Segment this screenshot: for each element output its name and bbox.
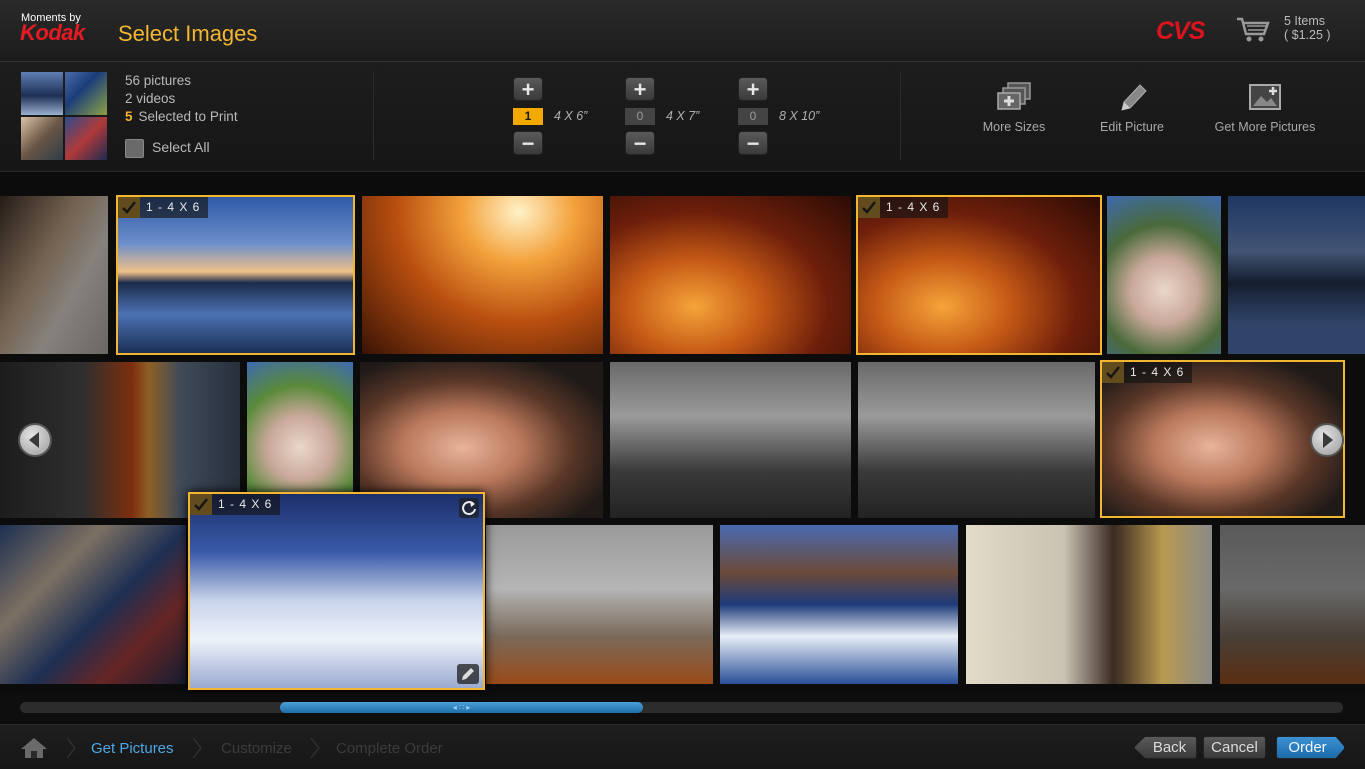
cart-summary[interactable]: 5 Items ( $1.25 ) <box>1284 14 1331 42</box>
photo-tile[interactable]: 1 - 4 X 6 <box>116 195 355 355</box>
selected-summary: 5 Selected to Print <box>125 108 238 126</box>
rotate-icon[interactable] <box>459 498 479 518</box>
photo-tile[interactable] <box>362 196 603 354</box>
size-label-8x10: 8 X 10” <box>779 109 820 123</box>
next-page-button[interactable] <box>1310 423 1344 457</box>
checkbox-box <box>125 139 144 158</box>
photo-tile[interactable] <box>1220 525 1365 684</box>
selected-count: 5 <box>125 109 133 124</box>
kodak-logo: Kodak <box>20 20 85 45</box>
get-more-pictures-label: Get More Pictures <box>1214 120 1316 134</box>
photo-tile[interactable] <box>1107 196 1221 354</box>
photo-tile[interactable] <box>610 362 851 518</box>
cart-items: 5 Items <box>1284 14 1325 28</box>
thumbnail <box>65 117 107 160</box>
size-group-8x10: + 0 − 8 X 10” <box>738 77 838 157</box>
increase-4x7-button[interactable]: + <box>625 77 655 101</box>
cvs-logo: CVS <box>1156 17 1205 45</box>
selected-label: Selected to Print <box>138 109 238 124</box>
scrollbar-thumb[interactable]: ◂ ∷ ▸ <box>280 702 643 713</box>
chevron-right-icon <box>1323 432 1333 448</box>
breadcrumb-separator-icon <box>66 737 76 759</box>
photo-grid: 1 - 4 X 6 1 - 4 X 6 1 - 4 X 6 1 - 4 X 6 <box>0 172 1365 694</box>
edit-icon[interactable] <box>457 664 479 684</box>
count-4x7: 0 <box>625 108 655 125</box>
breadcrumb-separator-icon <box>310 737 320 759</box>
edit-picture-button[interactable]: Edit Picture <box>1095 82 1169 134</box>
more-sizes-button[interactable]: More Sizes <box>978 82 1050 134</box>
photo-tile[interactable] <box>486 525 713 684</box>
get-more-pictures-button[interactable]: Get More Pictures <box>1208 82 1322 134</box>
step-complete-order: Complete Order <box>336 740 443 757</box>
cart-icon[interactable] <box>1236 16 1270 44</box>
photo-tile[interactable] <box>0 525 186 684</box>
photo-tile[interactable]: 1 - 4 X 6 <box>188 492 485 690</box>
select-all-label: Select All <box>152 139 210 156</box>
back-button[interactable]: Back <box>1134 736 1197 759</box>
chevron-left-icon <box>29 432 39 448</box>
header: Moments by Kodak Select Images CVS 5 Ite… <box>0 0 1365 62</box>
increase-8x10-button[interactable]: + <box>738 77 768 101</box>
scrollbar-track[interactable] <box>20 702 1343 713</box>
select-all-checkbox[interactable]: Select All <box>125 139 210 158</box>
more-sizes-label: More Sizes <box>982 120 1046 134</box>
order-button[interactable]: Order <box>1276 736 1345 759</box>
decrease-8x10-button[interactable]: − <box>738 131 768 155</box>
page-title: Select Images <box>118 21 258 46</box>
toolbar: 56 pictures 2 videos 5 Selected to Print … <box>0 62 1365 172</box>
photo-tile[interactable] <box>858 362 1095 518</box>
thumbnail <box>21 72 63 115</box>
photo-tile[interactable] <box>610 196 851 354</box>
decrease-4x7-button[interactable]: − <box>625 131 655 155</box>
photo-tile[interactable]: 1 - 4 X 6 <box>856 195 1102 355</box>
increase-4x6-button[interactable]: + <box>513 77 543 101</box>
count-4x6: 1 <box>513 108 543 125</box>
photo-tile[interactable] <box>0 196 108 354</box>
decrease-4x6-button[interactable]: − <box>513 131 543 155</box>
print-size-tag: 1 - 4 X 6 <box>190 494 281 515</box>
size-label-4x7: 4 X 7” <box>666 109 700 123</box>
print-size-tag: 1 - 4 X 6 <box>1102 362 1193 383</box>
collection-info: 56 pictures 2 videos 5 Selected to Print <box>125 72 238 126</box>
picture-count: 56 pictures <box>125 73 192 88</box>
selection-thumbnails <box>21 72 107 160</box>
print-size-tag: 1 - 4 X 6 <box>858 197 949 218</box>
divider <box>373 72 374 160</box>
photo-tile[interactable] <box>1228 196 1365 354</box>
scroll-grip-icon: ◂ ∷ ▸ <box>452 703 471 712</box>
size-label-4x6: 4 X 6” <box>554 109 588 123</box>
size-group-4x6: + 1 − 4 X 6” <box>513 77 613 157</box>
home-icon[interactable] <box>19 737 49 759</box>
step-customize: Customize <box>221 740 292 757</box>
previous-page-button[interactable] <box>18 423 52 457</box>
edit-picture-label: Edit Picture <box>1100 120 1164 134</box>
divider <box>900 72 901 160</box>
photo-tile[interactable] <box>966 525 1212 684</box>
print-size-tag: 1 - 4 X 6 <box>118 197 209 218</box>
step-get-pictures[interactable]: Get Pictures <box>91 740 174 757</box>
count-8x10: 0 <box>738 108 768 125</box>
thumbnail <box>65 72 107 115</box>
video-count: 2 videos <box>125 91 176 106</box>
breadcrumb-separator-icon <box>192 737 202 759</box>
thumbnail <box>21 117 63 160</box>
size-group-4x7: + 0 − 4 X 7” <box>625 77 725 157</box>
footer: Get Pictures Customize Complete Order Ba… <box>0 724 1365 769</box>
cart-total: ( $1.25 ) <box>1284 28 1331 42</box>
cancel-button[interactable]: Cancel <box>1203 736 1266 759</box>
more-sizes-icon <box>997 82 1031 110</box>
add-picture-icon <box>1249 84 1281 110</box>
photo-tile[interactable]: 1 - 4 X 6 <box>1100 360 1345 518</box>
pencil-icon <box>1121 84 1147 111</box>
photo-tile[interactable] <box>720 525 958 684</box>
